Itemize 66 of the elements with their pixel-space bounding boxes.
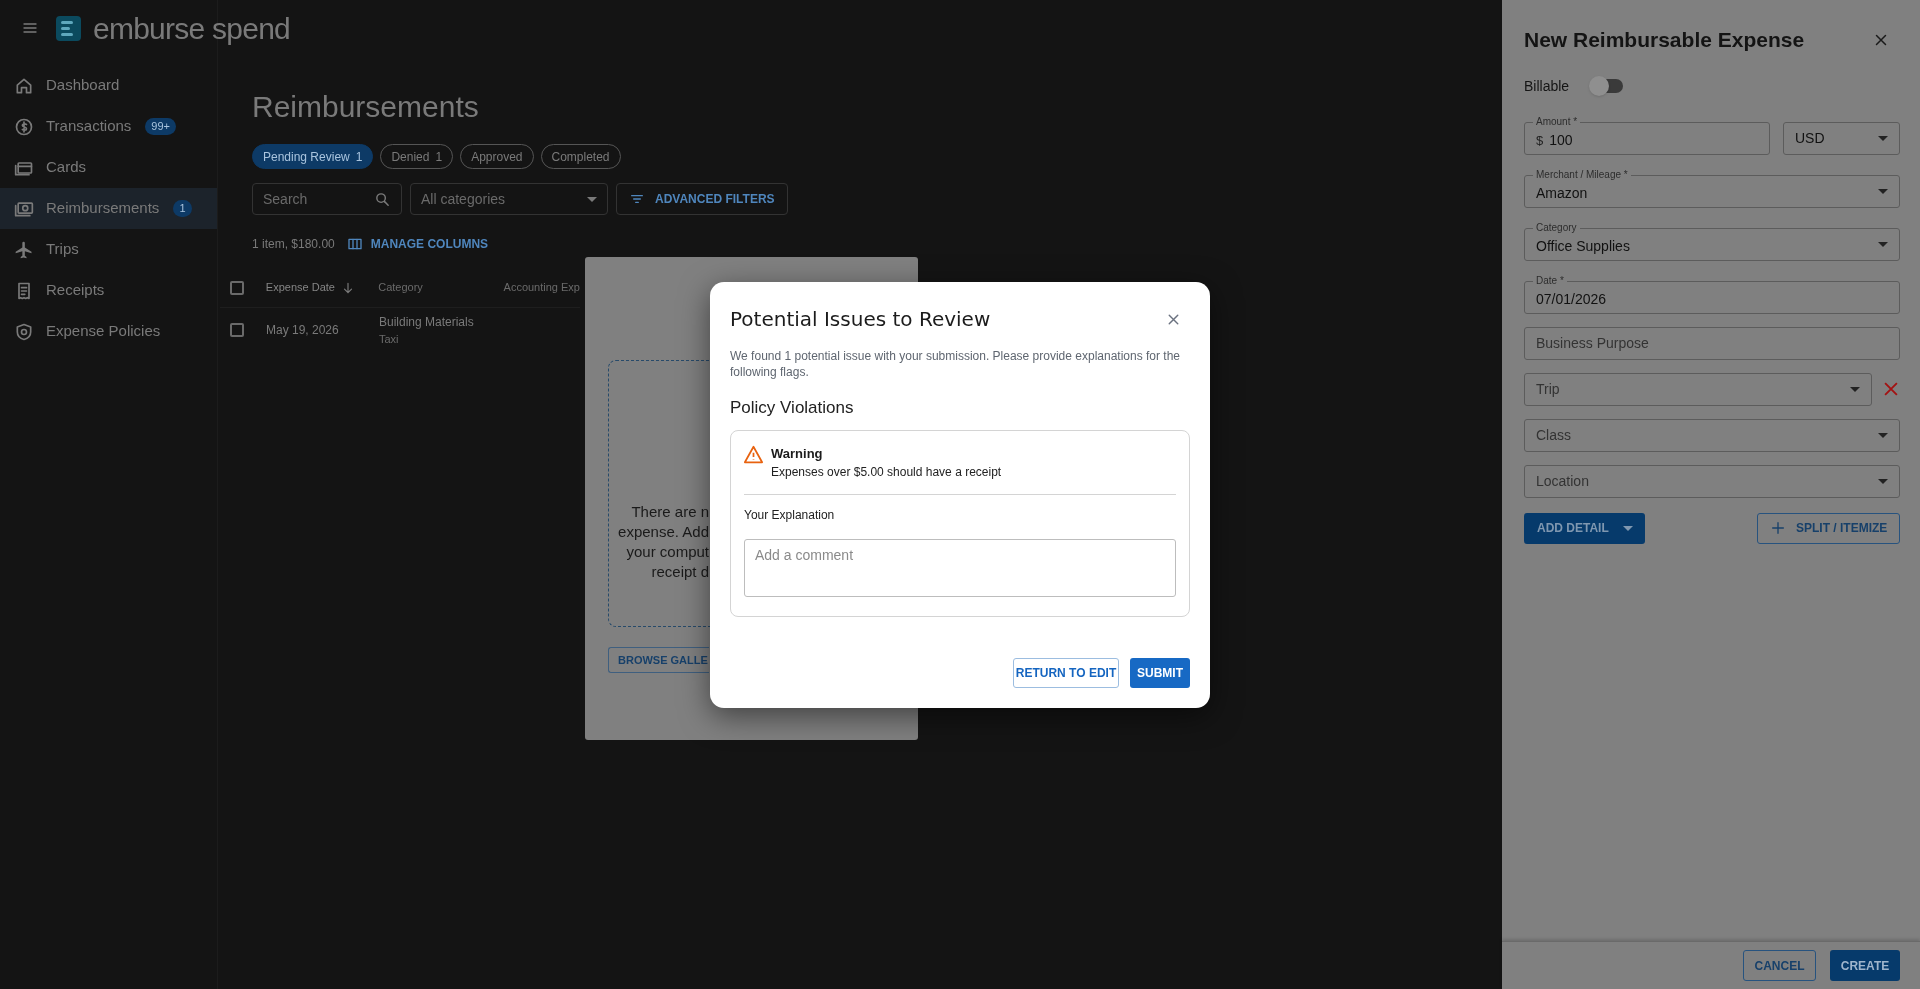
table-cell-text: Taxi bbox=[379, 331, 400, 347]
dollar-icon bbox=[14, 116, 34, 137]
sidebar-item[interactable]: Cards bbox=[0, 147, 217, 188]
menu-icon[interactable] bbox=[22, 20, 38, 36]
billable-toggle[interactable] bbox=[1591, 79, 1624, 93]
dialog-message: We found 1 potential issue with your submission. Please provide explanations for the following flags. bbox=[730, 348, 1182, 380]
columns-icon bbox=[346, 236, 363, 252]
status-tab[interactable]: Pending Review 1 bbox=[252, 144, 374, 169]
airplane-icon bbox=[14, 239, 34, 260]
warning-message: Expenses over $5.00 should have a receipt bbox=[771, 464, 1002, 481]
advanced-filters-button[interactable]: ADVANCED FILTERS bbox=[616, 183, 788, 215]
warning-icon bbox=[744, 444, 763, 464]
split-itemize-button[interactable]: SPLIT / ITEMIZE bbox=[1757, 512, 1900, 544]
category-dropdown[interactable]: All categories bbox=[410, 183, 608, 215]
return-to-edit-button[interactable]: RETURN TO EDIT bbox=[1013, 658, 1119, 688]
plus-icon bbox=[1770, 520, 1786, 536]
manage-columns-link[interactable]: MANAGE COLUMNS bbox=[346, 235, 489, 253]
caret-icon bbox=[587, 196, 597, 202]
dialog-title: Potential Issues to Review bbox=[730, 306, 991, 333]
checkbox[interactable] bbox=[230, 323, 244, 337]
billable-label: Billable bbox=[1524, 76, 1570, 96]
count-badge: 1 bbox=[173, 200, 192, 217]
section-title: Policy Violations bbox=[730, 397, 855, 419]
select-field[interactable]: Class bbox=[1524, 418, 1900, 452]
column-header[interactable]: Expense Date bbox=[265, 279, 335, 296]
sidebar-item[interactable]: Trips bbox=[0, 229, 217, 270]
shield-icon bbox=[14, 321, 34, 342]
caret-icon bbox=[1850, 386, 1860, 392]
search-field[interactable]: Search bbox=[252, 183, 402, 215]
caret-icon bbox=[1622, 525, 1633, 531]
browse-gallery-button[interactable]: BROWSE GALLE bbox=[608, 647, 709, 673]
warning-title: Warning bbox=[771, 444, 824, 463]
drop-zone-text: There are n expense. Add your comput receipt d bbox=[617, 502, 709, 582]
input-field[interactable]: Business Purpose bbox=[1524, 326, 1900, 360]
panel-title: New Reimbursable Expense bbox=[1524, 27, 1805, 53]
caret-icon bbox=[1878, 241, 1888, 247]
page-title: Reimbursements bbox=[252, 92, 479, 122]
select-field[interactable]: Trip bbox=[1524, 372, 1872, 406]
sidebar-item[interactable]: Transactions 99+ bbox=[0, 106, 217, 147]
count-badge: 99+ bbox=[145, 118, 176, 135]
caret-icon bbox=[1878, 432, 1888, 438]
sidebar-item[interactable]: Dashboard bbox=[0, 65, 217, 106]
column-header[interactable]: Accounting Exp bbox=[503, 279, 580, 296]
cancel-button[interactable]: CANCEL bbox=[1743, 950, 1816, 981]
logo-text: emburse spend bbox=[93, 10, 291, 47]
sidebar-item[interactable]: Expense Policies bbox=[0, 311, 217, 352]
caret-icon bbox=[1878, 478, 1888, 484]
caret-icon bbox=[1878, 135, 1888, 141]
table-cell-text: Building Materials bbox=[379, 313, 475, 331]
table-cell-text: May 19, 2026 bbox=[265, 322, 340, 339]
select-field[interactable]: USD bbox=[1783, 121, 1900, 155]
comment-field[interactable]: Add a comment bbox=[744, 539, 1176, 597]
sidebar-item[interactable]: Reimbursements 1 bbox=[0, 188, 217, 229]
checkbox[interactable] bbox=[230, 280, 244, 295]
field-label: Your Explanation bbox=[744, 507, 836, 524]
select-field[interactable]: Location bbox=[1524, 464, 1900, 498]
create-button[interactable]: CREATE bbox=[1830, 950, 1900, 981]
remove-icon[interactable] bbox=[1884, 382, 1898, 396]
logo-icon bbox=[56, 15, 81, 41]
caret-icon bbox=[1878, 188, 1888, 194]
column-header[interactable]: Category bbox=[378, 279, 423, 296]
search-icon bbox=[374, 190, 391, 208]
item-summary: 1 item, $180.00 bbox=[252, 236, 335, 253]
sidebar-item[interactable]: Receipts bbox=[0, 270, 217, 311]
submit-button[interactable]: SUBMIT bbox=[1130, 658, 1190, 688]
add-detail-button[interactable]: ADD DETAIL bbox=[1524, 512, 1645, 544]
